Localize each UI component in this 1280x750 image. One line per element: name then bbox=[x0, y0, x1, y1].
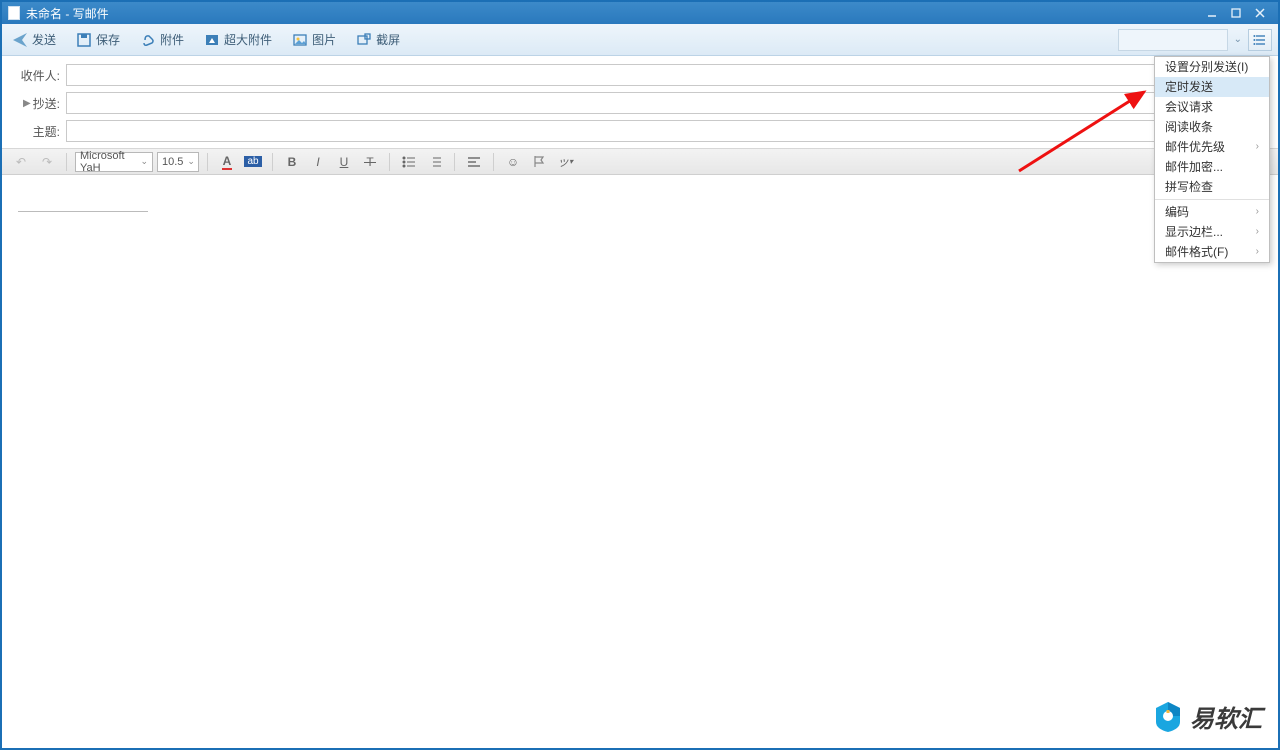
dropdown-item-label: 显示边栏... bbox=[1165, 222, 1223, 242]
dropdown-item-label: 拼写检查 bbox=[1165, 177, 1213, 197]
dropdown-separator bbox=[1155, 199, 1269, 200]
submenu-chevron-icon: › bbox=[1256, 222, 1259, 242]
subject-row: 主题: bbox=[12, 120, 1268, 142]
attach-button[interactable]: 附件 bbox=[136, 29, 188, 50]
dropdown-item-2[interactable]: 会议请求 bbox=[1155, 97, 1269, 117]
dropdown-item-8[interactable]: 编码 › bbox=[1155, 202, 1269, 222]
font-size-select[interactable]: 10.5⌄ bbox=[157, 152, 199, 172]
expand-cc-icon[interactable]: ▶ bbox=[23, 98, 31, 109]
dropdown-item-6[interactable]: 拼写检查 bbox=[1155, 177, 1269, 197]
save-button[interactable]: 保存 bbox=[72, 29, 124, 50]
to-input[interactable] bbox=[66, 64, 1268, 86]
submenu-chevron-icon: › bbox=[1256, 202, 1259, 222]
submenu-chevron-icon: › bbox=[1256, 242, 1259, 262]
dropdown-item-label: 邮件格式(F) bbox=[1165, 242, 1228, 262]
dropdown-item-label: 编码 bbox=[1165, 202, 1189, 222]
header-fields: 收件人: ▶抄送: 主题: bbox=[2, 56, 1278, 149]
dropdown-item-3[interactable]: 阅读收条 bbox=[1155, 117, 1269, 137]
main-toolbar: 发送 保存 附件 超大附件 图片 截屏 ⌄ bbox=[2, 24, 1278, 56]
options-button[interactable] bbox=[1248, 29, 1272, 51]
account-selector[interactable] bbox=[1118, 29, 1228, 51]
editor-body[interactable] bbox=[2, 175, 1278, 735]
dropdown-item-10[interactable]: 邮件格式(F) › bbox=[1155, 242, 1269, 262]
number-list-button[interactable] bbox=[424, 152, 446, 172]
dropdown-item-label: 邮件加密... bbox=[1165, 157, 1223, 177]
minimize-button[interactable] bbox=[1200, 4, 1224, 22]
screenshot-button[interactable]: 截屏 bbox=[352, 29, 404, 50]
dropdown-item-label: 阅读收条 bbox=[1165, 117, 1213, 137]
account-dropdown-arrow[interactable]: ⌄ bbox=[1234, 34, 1242, 45]
format-toolbar: ↶ ↷ Microsoft YaH⌄ 10.5⌄ A ab B I U T ☺ … bbox=[2, 149, 1278, 175]
subject-label: 主题: bbox=[33, 123, 60, 140]
strikethrough-button[interactable]: T bbox=[359, 152, 381, 172]
save-label: 保存 bbox=[96, 31, 120, 48]
big-attach-label: 超大附件 bbox=[224, 31, 272, 48]
underline-button[interactable]: U bbox=[333, 152, 355, 172]
bold-button[interactable]: B bbox=[281, 152, 303, 172]
screenshot-label: 截屏 bbox=[376, 31, 400, 48]
dropdown-item-label: 定时发送 bbox=[1165, 77, 1213, 97]
more-format-button[interactable]: ッ▾ bbox=[554, 152, 576, 172]
send-button[interactable]: 发送 bbox=[8, 29, 60, 50]
dropdown-item-0[interactable]: 设置分别发送(I) bbox=[1155, 57, 1269, 77]
image-button[interactable]: 图片 bbox=[288, 29, 340, 50]
bullet-list-button[interactable] bbox=[398, 152, 420, 172]
submenu-chevron-icon: › bbox=[1256, 137, 1259, 157]
attach-label: 附件 bbox=[160, 31, 184, 48]
document-icon bbox=[8, 6, 20, 20]
highlight-button[interactable]: ab bbox=[242, 152, 264, 172]
dropdown-item-label: 设置分别发送(I) bbox=[1165, 57, 1248, 77]
redo-button[interactable]: ↷ bbox=[36, 152, 58, 172]
dropdown-item-label: 会议请求 bbox=[1165, 97, 1213, 117]
subject-input[interactable] bbox=[66, 120, 1268, 142]
watermark-logo-icon bbox=[1154, 701, 1182, 733]
undo-button[interactable]: ↶ bbox=[10, 152, 32, 172]
title-bar: 未命名 - 写邮件 bbox=[2, 2, 1278, 24]
font-family-select[interactable]: Microsoft YaH⌄ bbox=[75, 152, 153, 172]
to-row: 收件人: bbox=[12, 64, 1268, 86]
flag-button[interactable] bbox=[528, 152, 550, 172]
watermark-text: 易软汇 bbox=[1190, 699, 1262, 734]
image-label: 图片 bbox=[312, 31, 336, 48]
dropdown-item-9[interactable]: 显示边栏... › bbox=[1155, 222, 1269, 242]
signature-placeholder bbox=[18, 211, 148, 241]
cc-input[interactable] bbox=[66, 92, 1268, 114]
big-attach-button[interactable]: 超大附件 bbox=[200, 29, 276, 50]
italic-button[interactable]: I bbox=[307, 152, 329, 172]
dropdown-item-4[interactable]: 邮件优先级 › bbox=[1155, 137, 1269, 157]
cc-label: 抄送: bbox=[33, 95, 60, 112]
emoji-button[interactable]: ☺ bbox=[502, 152, 524, 172]
dropdown-item-5[interactable]: 邮件加密... bbox=[1155, 157, 1269, 177]
dropdown-item-label: 邮件优先级 bbox=[1165, 137, 1225, 157]
maximize-button[interactable] bbox=[1224, 4, 1248, 22]
options-dropdown: 设置分别发送(I)定时发送会议请求阅读收条邮件优先级 › 邮件加密...拼写检查编码… bbox=[1154, 56, 1270, 263]
send-label: 发送 bbox=[32, 31, 56, 48]
dropdown-item-1[interactable]: 定时发送 bbox=[1155, 77, 1269, 97]
align-button[interactable] bbox=[463, 152, 485, 172]
window-title: 未命名 - 写邮件 bbox=[26, 5, 109, 22]
watermark: 易软汇 bbox=[1154, 699, 1262, 734]
compose-window: 未命名 - 写邮件 发送 保存 附件 超大附件 bbox=[0, 0, 1280, 750]
to-label: 收件人: bbox=[21, 67, 60, 84]
font-color-button[interactable]: A bbox=[216, 152, 238, 172]
cc-row: ▶抄送: bbox=[12, 92, 1268, 114]
close-button[interactable] bbox=[1248, 4, 1272, 22]
